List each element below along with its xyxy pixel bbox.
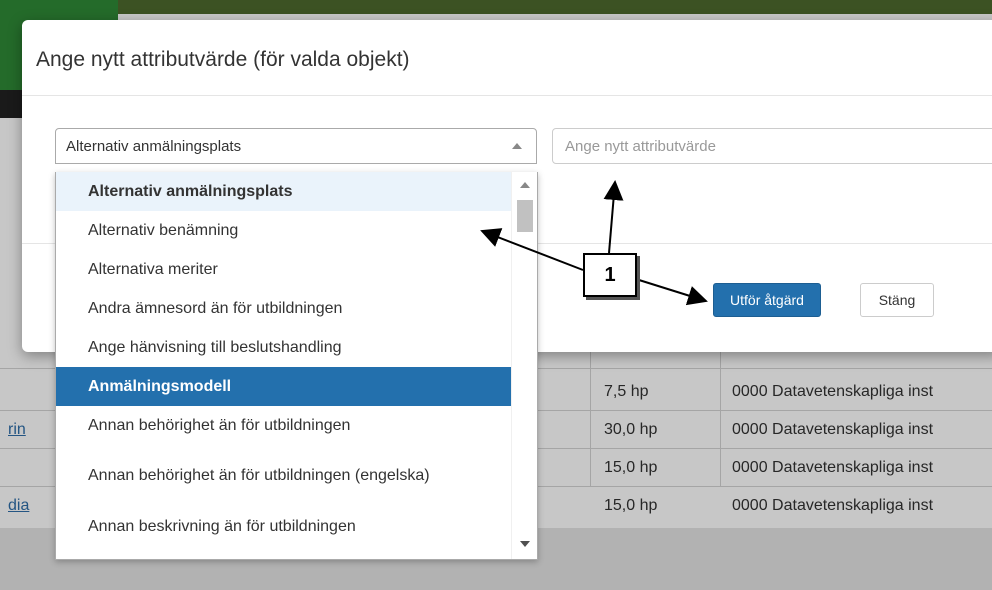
- attribute-value-input[interactable]: [552, 128, 992, 164]
- execute-action-button[interactable]: Utför åtgärd: [713, 283, 821, 317]
- scroll-up-icon[interactable]: [520, 182, 530, 188]
- dropdown-option[interactable]: Ange hänvisning till beslutshandling: [56, 328, 511, 367]
- chevron-up-icon: [512, 143, 522, 149]
- dropdown-option[interactable]: Andra ämnesord än för utbildningen: [56, 289, 511, 328]
- dropdown-option[interactable]: Alternativ anmälningsplats: [56, 172, 511, 211]
- dropdown-option[interactable]: Alternativ benämning: [56, 211, 511, 250]
- modal-title: Ange nytt attributvärde (för valda objek…: [36, 48, 410, 71]
- scroll-down-icon[interactable]: [520, 541, 530, 547]
- dropdown-option[interactable]: Alternativa meriter: [56, 250, 511, 289]
- attribute-select-value: Alternativ anmälningsplats: [66, 138, 242, 155]
- attribute-select[interactable]: Alternativ anmälningsplats: [55, 128, 537, 164]
- dropdown-options: Alternativ anmälningsplats Alternativ be…: [56, 172, 511, 546]
- attribute-dropdown-list: Alternativ anmälningsplats Alternativ be…: [55, 172, 538, 560]
- dropdown-option[interactable]: Annan behörighet än för utbildningen (en…: [56, 445, 511, 507]
- dropdown-scrollbar[interactable]: [511, 172, 537, 559]
- dropdown-option[interactable]: Annan beskrivning än för utbildningen: [56, 507, 511, 546]
- dropdown-option[interactable]: Annan behörighet än för utbildningen: [56, 406, 511, 445]
- scrollbar-thumb[interactable]: [517, 200, 533, 232]
- callout-number-badge: 1: [583, 253, 637, 297]
- dropdown-option-selected[interactable]: Anmälningsmodell: [56, 367, 511, 406]
- close-button[interactable]: Stäng: [860, 283, 934, 317]
- modal-header: Ange nytt attributvärde (för valda objek…: [22, 20, 992, 96]
